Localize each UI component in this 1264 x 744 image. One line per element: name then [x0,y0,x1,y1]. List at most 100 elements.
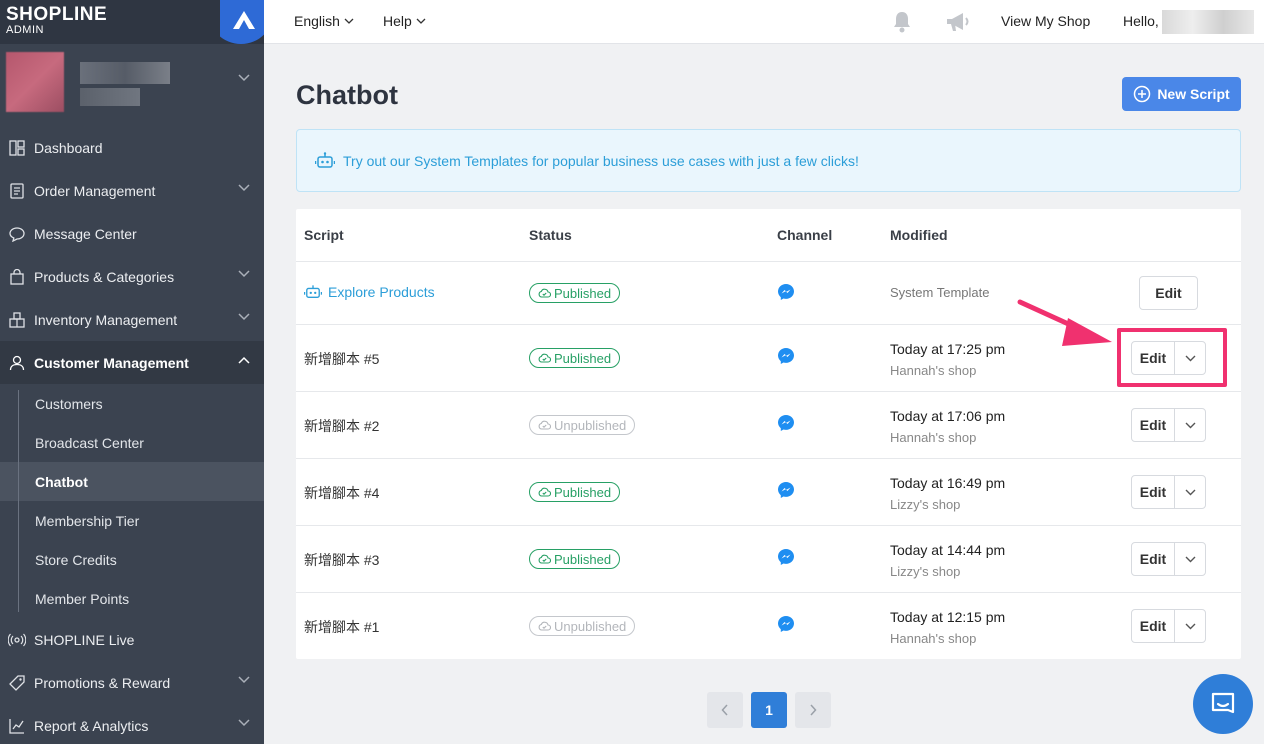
edit-button[interactable]: Edit [1132,476,1175,508]
chevron-down-icon [344,18,354,24]
table-row: 新增腳本 #4 Published Today at 16:49 pm Lizz… [296,459,1241,526]
banner-text: Try out our System Templates for popular… [343,152,859,169]
new-script-label: New Script [1157,86,1230,102]
sidebar-item-label: Promotions & Reward [34,674,171,691]
sidebar-item-dashboard[interactable]: Dashboard [0,126,264,169]
modified-label: System Template [890,285,990,300]
chevron-down-icon [238,270,250,278]
edit-dropdown-toggle[interactable] [1175,476,1205,508]
modified-shop: Hannah's shop [890,430,977,445]
chevron-down-icon [238,676,250,684]
pagination-page[interactable]: 1 [751,692,787,728]
brand-logo[interactable]: SHOPLINE [6,4,107,26]
edit-dropdown-toggle[interactable] [1175,543,1205,575]
sidebar-sub-broadcast[interactable]: Broadcast Center [0,423,264,462]
chevron-down-icon [238,719,250,727]
status-badge: Unpublished [529,415,636,435]
inventory-icon [8,311,26,329]
header-script: Script [304,227,344,243]
language-dropdown[interactable]: English [294,13,354,29]
modified-time: Today at 16:49 pm [890,475,1006,491]
status-badge: Unpublished [529,616,636,636]
sidebar-item-inventory[interactable]: Inventory Management [0,298,264,341]
cloud-icon [538,621,551,631]
status-label: Published [554,285,612,301]
modified-time: Today at 17:06 pm [890,408,1006,424]
tag-icon [8,674,26,692]
help-dropdown[interactable]: Help [383,13,426,29]
sidebar-sub-membership[interactable]: Membership Tier [0,501,264,540]
status-label: Published [554,551,612,567]
modified-shop: Lizzy's shop [890,564,961,579]
sidebar-item-label: Report & Analytics [34,717,149,734]
system-templates-banner[interactable]: Try out our System Templates for popular… [296,129,1241,192]
sidebar-sub-store-credits[interactable]: Store Credits [0,540,264,579]
script-name: 新增腳本 #2 [304,418,380,434]
sidebar-item-customer-management[interactable]: Customer Management [0,341,264,384]
support-chat-button[interactable] [1193,674,1253,734]
view-my-shop-link[interactable]: View My Shop [1001,13,1090,29]
sidebar: SHOPLINE ADMIN Dashboard Order Managemen… [0,0,264,744]
sidebar-item-products[interactable]: Products & Categories [0,255,264,298]
pagination-next[interactable] [795,692,831,728]
script-name: 新增腳本 #4 [304,485,380,501]
sidebar-item-label: SHOPLINE Live [34,631,135,648]
sidebar-item-promotions[interactable]: Promotions & Reward [0,661,264,704]
new-script-button[interactable]: New Script [1122,77,1241,111]
dashboard-icon [8,139,26,157]
modified-shop: Hannah's shop [890,631,977,646]
header-status: Status [529,227,572,243]
status-badge: Published [529,348,621,368]
edit-dropdown-toggle[interactable] [1175,409,1205,441]
status-badge: Published [529,482,621,502]
edit-button[interactable]: Edit [1132,543,1175,575]
chevron-down-icon [1185,623,1195,629]
cloud-icon [538,288,551,298]
edit-button[interactable]: Edit [1139,276,1198,310]
plus-circle-icon [1134,85,1151,103]
sidebar-item-messages[interactable]: Message Center [0,212,264,255]
edit-button[interactable]: Edit [1132,610,1175,642]
shop-avatar [6,52,64,112]
sidebar-item-orders[interactable]: Order Management [0,169,264,212]
chevron-down-icon [416,18,426,24]
cloud-icon [538,487,551,497]
sidebar-sub-chatbot[interactable]: Chatbot [0,462,264,501]
status-badge: Published [529,549,621,569]
modified-shop: Lizzy's shop [890,497,961,512]
chevron-down-icon [1185,489,1195,495]
sidebar-item-label: Customer Management [34,354,189,371]
app-switcher-icon[interactable] [220,0,264,44]
edit-button[interactable]: Edit [1132,409,1175,441]
chevron-up-icon [238,356,250,364]
sidebar-item-live[interactable]: SHOPLINE Live [0,618,264,661]
sidebar-sub-customers[interactable]: Customers [0,384,264,423]
cloud-icon [538,353,551,363]
messenger-icon [778,482,794,498]
script-name: 新增腳本 #5 [304,351,380,367]
user-greeting[interactable]: Hello, [1123,13,1159,29]
messenger-icon [778,616,794,632]
table-row: 新增腳本 #2 Unpublished Today at 17:06 pm Ha… [296,392,1241,459]
edit-dropdown-toggle[interactable] [1175,610,1205,642]
highlight-box [1117,328,1227,387]
explore-products-link[interactable]: Explore Products [304,284,435,300]
pagination-prev[interactable] [707,692,743,728]
top-bar: English Help View My Shop Hello, [264,0,1264,44]
shop-switcher[interactable] [0,44,264,126]
live-icon [8,631,26,649]
messenger-icon [778,284,794,300]
hello-label: Hello, [1123,13,1159,29]
sidebar-sub-member-points[interactable]: Member Points [0,579,264,618]
chat-widget-icon [1211,692,1235,714]
edit-split-button: Edit [1131,609,1206,643]
chevron-left-icon [721,704,728,716]
bell-icon[interactable] [890,10,914,34]
table-header: Script Status Channel Modified [296,209,1241,262]
sidebar-item-label: Message Center [34,225,137,242]
sidebar-item-label: Inventory Management [34,311,178,328]
modified-shop: Hannah's shop [890,363,977,378]
sidebar-item-reports[interactable]: Report & Analytics [0,704,264,744]
messenger-icon [778,549,794,565]
megaphone-icon[interactable] [945,10,971,34]
